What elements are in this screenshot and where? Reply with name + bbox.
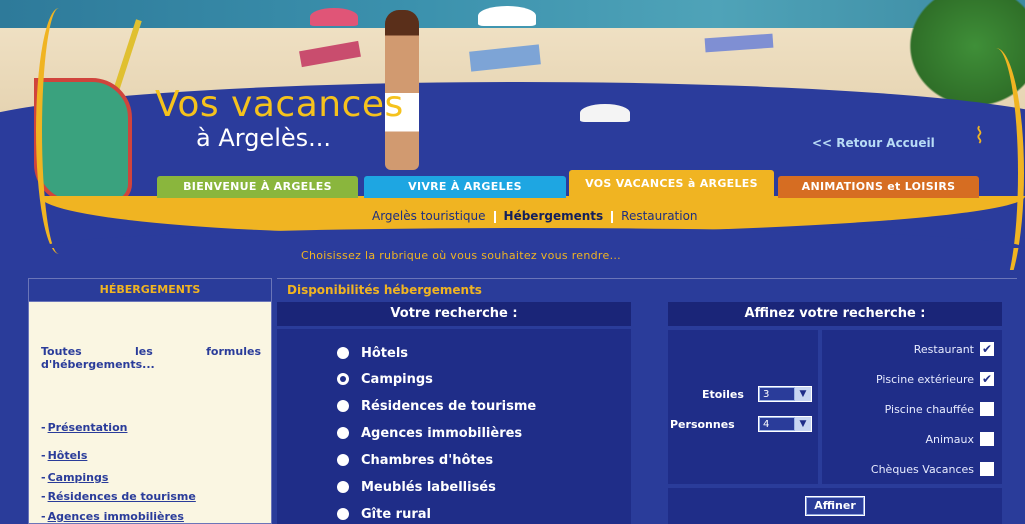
etoiles-select[interactable]: 3 ▼	[758, 386, 812, 402]
column-divider	[631, 302, 668, 524]
radio-gite[interactable]: Gîte rural	[337, 501, 431, 524]
sidebar-link-campings[interactable]: - Campings	[41, 471, 108, 484]
refine-actions: Affiner	[668, 488, 1002, 524]
subnav-argeles-touristique[interactable]: Argelès touristique	[372, 209, 486, 223]
affiner-button[interactable]: Affiner	[805, 496, 865, 516]
sidebar-link-agences[interactable]: - Agences immobilières	[41, 510, 184, 523]
radio-label: Meublés labellisés	[361, 479, 496, 495]
subnav-hebergements[interactable]: Hébergements	[504, 209, 604, 223]
sidebar: HÉBERGEMENTS Toutes les formules d'héber…	[28, 278, 272, 524]
logo-subtitle: à Argelès...	[196, 124, 332, 152]
radio-label: Gîte rural	[361, 506, 431, 522]
radio-icon[interactable]	[337, 481, 349, 493]
yellow-curve-left	[36, 8, 82, 254]
radio-icon[interactable]	[337, 400, 349, 412]
refine-checkboxes: Restaurant ✔ Piscine extérieure ✔ Piscine …	[822, 330, 1002, 484]
radio-agences[interactable]: Agences immobilières	[337, 420, 522, 446]
radio-label: Hôtels	[361, 345, 409, 361]
header-banner: Vos vacances à Argelès... << Retour Accu…	[0, 0, 1025, 270]
parasol-pink	[310, 8, 358, 26]
option-cheques-vacances[interactable]: Chèques Vacances	[871, 462, 994, 476]
checkbox[interactable]	[980, 432, 994, 446]
radio-selected-icon[interactable]	[337, 373, 349, 385]
option-label: Animaux	[925, 432, 975, 446]
link-label: Hôtels	[47, 449, 88, 462]
option-label: Restaurant	[913, 342, 974, 356]
radio-hotels[interactable]: Hôtels	[337, 340, 408, 366]
radio-label: Chambres d'hôtes	[361, 452, 494, 468]
parasol-small	[580, 104, 630, 122]
search-title: Votre recherche :	[277, 302, 631, 329]
option-piscine-chauffee[interactable]: Piscine chauffée	[885, 402, 994, 416]
link-label: Agences immobilières	[47, 510, 184, 523]
chevron-down-icon[interactable]: ▼	[795, 387, 811, 401]
personnes-select[interactable]: 4 ▼	[758, 416, 812, 432]
radio-residences[interactable]: Résidences de tourisme	[337, 393, 536, 419]
radio-meubles[interactable]: Meublés labellisés	[337, 474, 496, 500]
tab-vivre[interactable]: VIVRE À ARGELES	[364, 176, 566, 198]
radio-icon[interactable]	[337, 508, 349, 520]
sidebar-link-residences[interactable]: - Résidences de tourisme	[41, 490, 196, 503]
personnes-value: 4	[759, 417, 795, 431]
option-piscine-exterieure[interactable]: Piscine extérieure ✔	[876, 372, 994, 386]
tab-animations[interactable]: ANIMATIONS et LOISIRS	[778, 176, 979, 198]
option-label: Piscine extérieure	[875, 372, 974, 386]
instruction-text: Choisissez la rubrique où vous souhaitez…	[301, 249, 621, 262]
radio-label: Agences immobilières	[361, 425, 523, 441]
option-animaux[interactable]: Animaux	[925, 432, 994, 446]
checkbox[interactable]	[980, 462, 994, 476]
link-label: Présentation	[47, 421, 128, 434]
checkbox-checked[interactable]: ✔	[980, 342, 994, 356]
option-label: Piscine chauffée	[884, 402, 974, 416]
tab-vos-vacances[interactable]: VOS VACANCES à ARGELES	[569, 170, 774, 198]
radio-icon[interactable]	[337, 347, 349, 359]
option-label: Chèques Vacances	[870, 462, 974, 476]
sidebar-link-hotels[interactable]: - Hôtels	[41, 449, 87, 462]
etoiles-label: Etoiles	[702, 388, 744, 401]
radio-icon[interactable]	[337, 454, 349, 466]
page: Vos vacances à Argelès... << Retour Accu…	[0, 0, 1025, 524]
tab-bienvenue[interactable]: BIENVENUE À ARGELES	[157, 176, 358, 198]
sidebar-link-presentation[interactable]: - Présentation	[41, 421, 127, 434]
subnav: Argelès touristique Hébergements Restaurat…	[372, 209, 698, 223]
refine-selects: Etoiles 3 ▼ Personnes 4 ▼	[668, 330, 818, 484]
subnav-separator	[611, 210, 614, 223]
band-shadow	[40, 228, 1025, 248]
back-home-link[interactable]: << Retour Accueil	[812, 136, 935, 150]
radio-label: Campings	[361, 371, 433, 387]
search-panel: Votre recherche : Hôtels Campings Réside…	[277, 302, 631, 524]
checkbox[interactable]	[980, 402, 994, 416]
subnav-separator	[493, 210, 496, 223]
radio-chambres[interactable]: Chambres d'hôtes	[337, 447, 493, 473]
radio-campings[interactable]: Campings	[337, 366, 433, 392]
checkbox-checked[interactable]: ✔	[980, 372, 994, 386]
refine-panel: Affinez votre recherche : Etoiles 3 ▼ Pe…	[668, 302, 1002, 524]
bird-logo-icon: ⌇	[974, 124, 985, 149]
radio-icon[interactable]	[337, 427, 349, 439]
parasol-white	[478, 6, 536, 26]
link-label: Résidences de tourisme	[47, 490, 196, 503]
radio-label: Résidences de tourisme	[361, 398, 537, 414]
etoiles-value: 3	[759, 387, 795, 401]
option-restaurant[interactable]: Restaurant ✔	[914, 342, 994, 356]
personnes-label: Personnes	[670, 418, 735, 431]
logo-title: Vos vacances	[155, 84, 404, 125]
sidebar-intro: Toutes les formules d'hébergements...	[41, 345, 261, 371]
refine-title: Affinez votre recherche :	[668, 302, 1002, 326]
chevron-down-icon[interactable]: ▼	[795, 417, 811, 431]
main-title: Disponibilités hébergements	[277, 278, 1017, 300]
subnav-restauration[interactable]: Restauration	[621, 209, 697, 223]
sidebar-title: HÉBERGEMENTS	[29, 279, 271, 302]
link-label: Campings	[47, 471, 109, 484]
